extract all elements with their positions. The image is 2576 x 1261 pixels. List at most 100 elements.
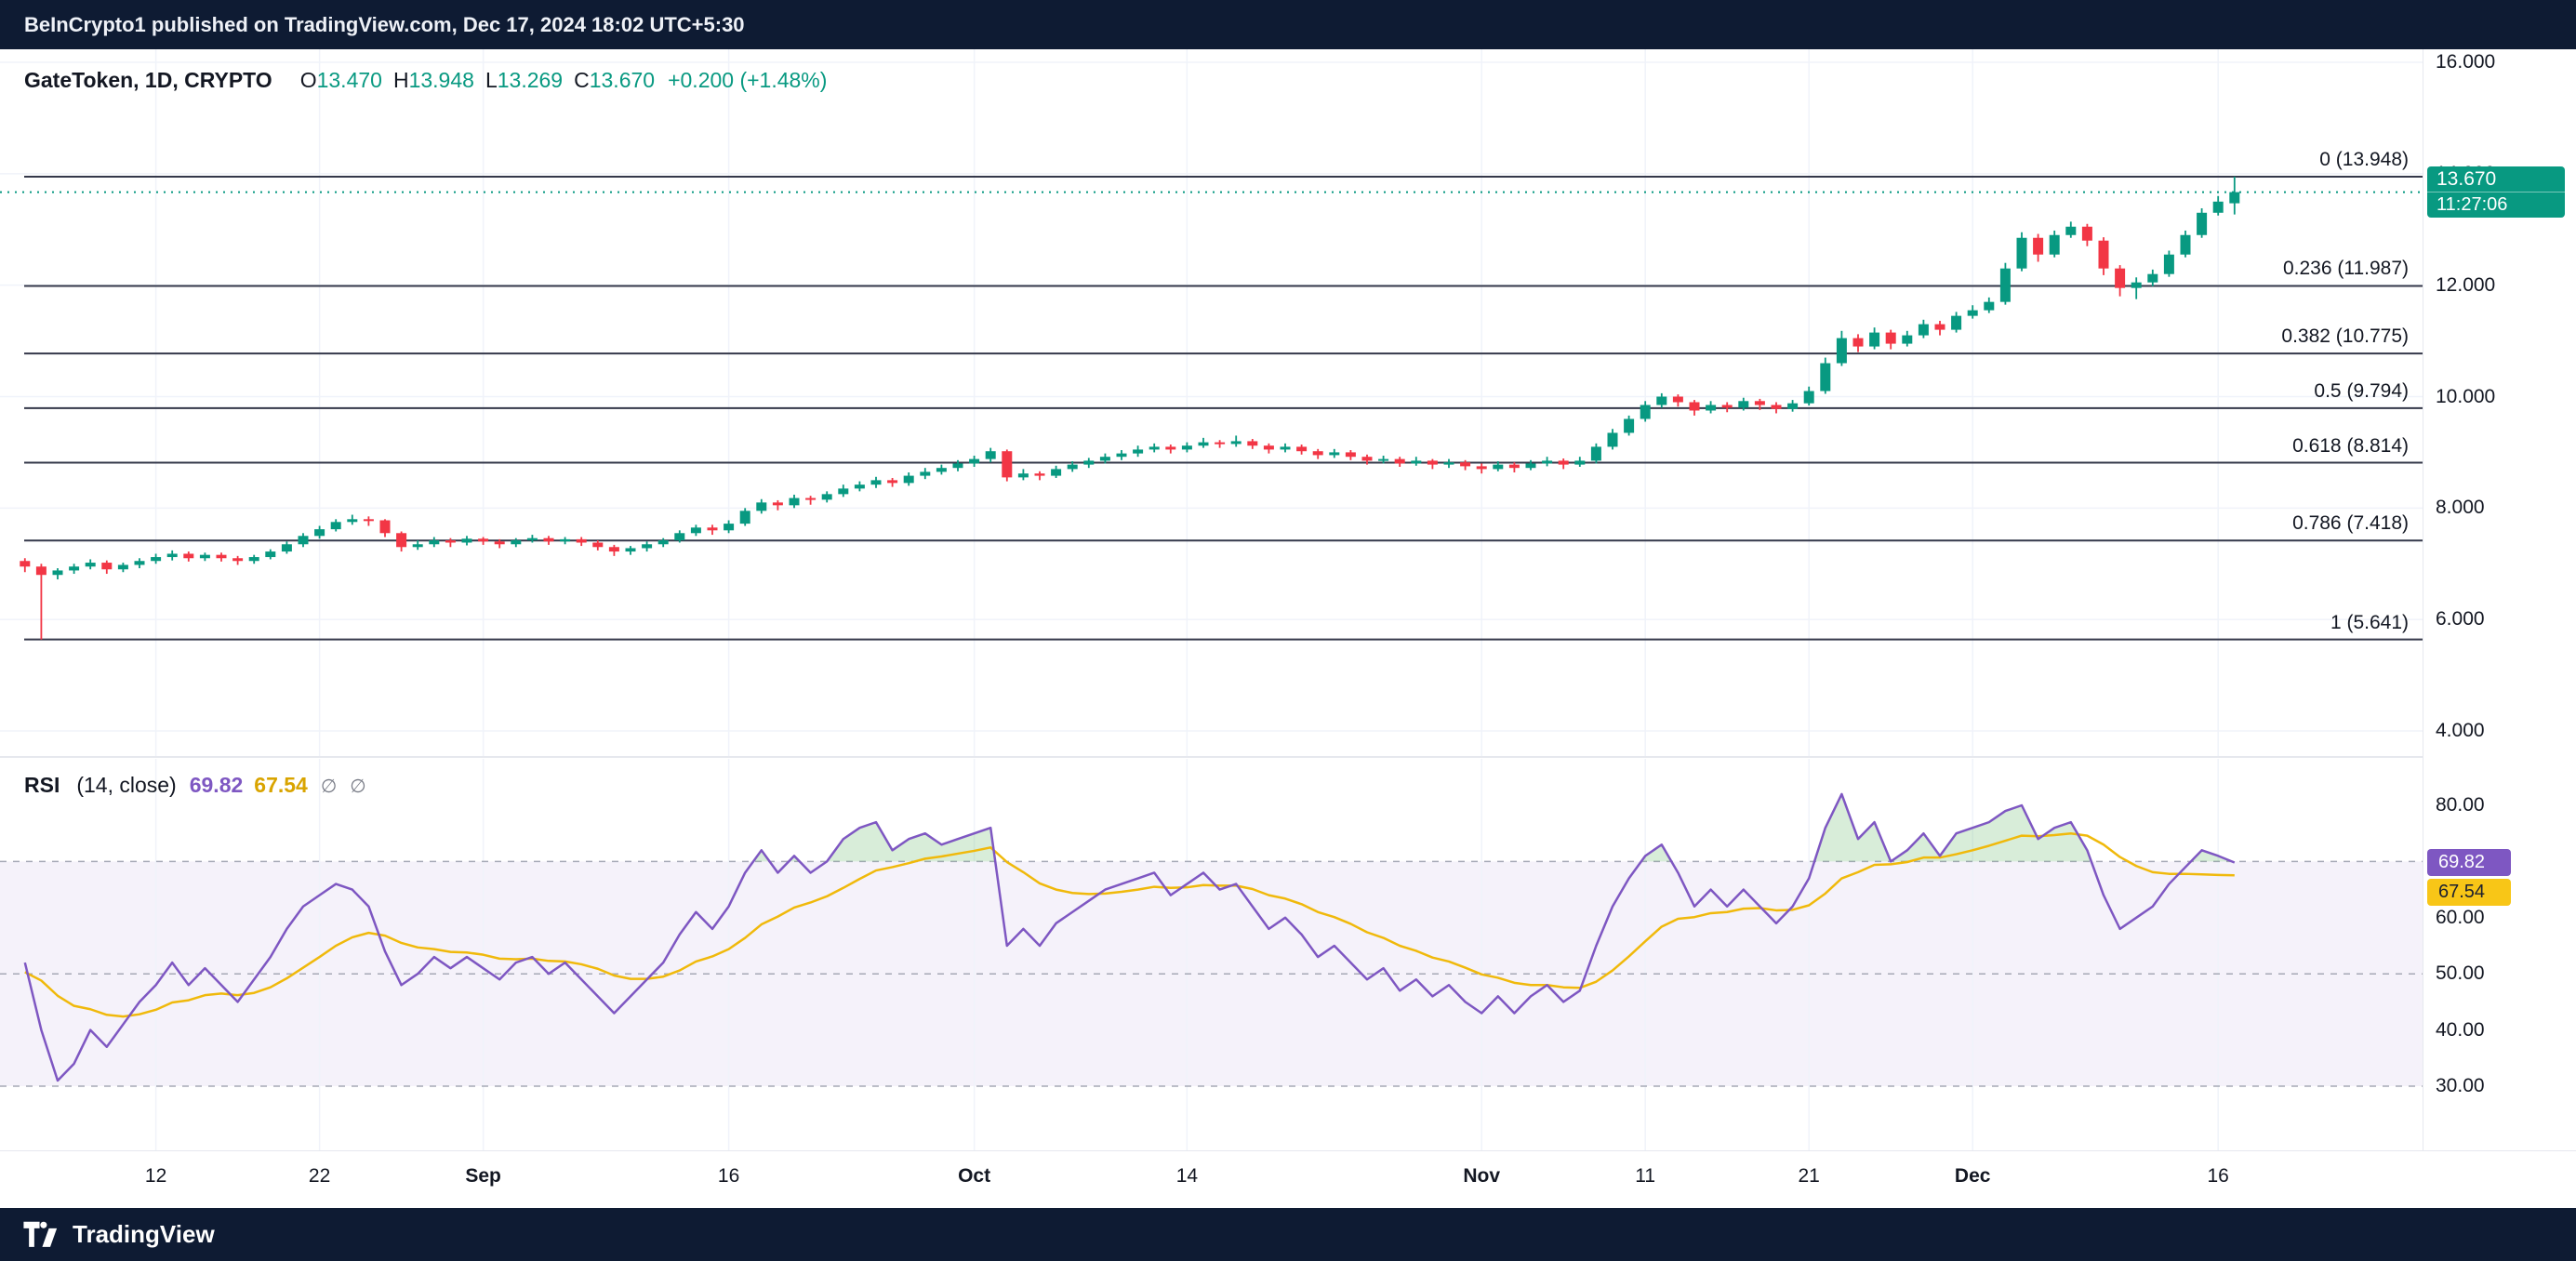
- price-axis[interactable]: 16.00014.00012.00010.0008.0006.0004.0008…: [2423, 49, 2576, 1208]
- candle-body: [674, 533, 684, 540]
- footer-bar: TradingView: [0, 1208, 2576, 1261]
- candle-body: [642, 544, 652, 548]
- rsi-params: (14, close): [76, 773, 176, 797]
- publish-banner: BeInCrypto1 published on TradingView.com…: [0, 0, 2576, 49]
- rsi-pane-chart[interactable]: [0, 759, 2423, 1150]
- candle-body: [1722, 405, 1733, 407]
- candle-body: [658, 540, 669, 544]
- candle-body: [511, 540, 521, 544]
- candle-body: [560, 539, 570, 541]
- tradingview-logo[interactable]: [22, 1220, 60, 1250]
- candle-body: [1902, 336, 1912, 344]
- candle-body: [53, 570, 63, 575]
- candle-body: [1182, 445, 1192, 449]
- candle-body: [2181, 235, 2191, 255]
- time-axis-label[interactable]: 11: [1589, 1165, 1701, 1188]
- hide-source-icon[interactable]: ∅: [350, 777, 365, 797]
- change-value: +0.200 (+1.48%): [668, 68, 827, 92]
- chart-region[interactable]: GateToken, 1D, CRYPTOO13.470H13.948L13.2…: [0, 49, 2576, 1208]
- candle-body: [1165, 446, 1175, 449]
- time-axis-label[interactable]: Nov: [1426, 1165, 1537, 1188]
- time-axis-label[interactable]: 16: [673, 1165, 785, 1188]
- time-axis-label[interactable]: 12: [100, 1165, 212, 1188]
- candle-body: [1329, 452, 1339, 455]
- candle-body: [708, 527, 718, 530]
- candle-body: [1787, 404, 1798, 409]
- candle-body: [1542, 460, 1552, 463]
- candle-body: [1313, 451, 1323, 455]
- pane-separator[interactable]: [0, 756, 2576, 758]
- candle-body: [577, 539, 587, 543]
- candle-body: [1117, 454, 1127, 458]
- candle-body: [1133, 449, 1143, 453]
- candle-body: [1247, 441, 1257, 445]
- candle-body: [1984, 302, 1994, 311]
- candle-body: [1886, 333, 1896, 344]
- candle-body: [527, 538, 538, 540]
- open-value: 13.470: [317, 68, 382, 92]
- time-axis-label[interactable]: Sep: [428, 1165, 539, 1188]
- rsi-axis-label: 80.00: [2436, 791, 2485, 819]
- candle-body: [445, 540, 456, 542]
- candle-body: [838, 488, 848, 494]
- candle-body: [1837, 338, 1847, 364]
- candle-body: [396, 533, 406, 547]
- candle-body: [1509, 465, 1520, 469]
- publish-banner-text: BeInCrypto1 published on TradingView.com…: [24, 13, 745, 36]
- candle-body: [331, 522, 341, 529]
- symbol-title[interactable]: GateToken, 1D, CRYPTO: [24, 68, 272, 92]
- candle-body: [1362, 457, 1373, 460]
- candle-body: [299, 536, 309, 544]
- candle-body: [1755, 401, 1765, 405]
- candle-body: [1919, 325, 1929, 336]
- candle-body: [1477, 466, 1487, 469]
- candle-body: [1427, 460, 1438, 464]
- rsi-title[interactable]: RSI: [24, 773, 60, 797]
- candle-body: [282, 544, 292, 551]
- rsi-axis-label: 30.00: [2436, 1072, 2485, 1100]
- candle-body: [20, 561, 30, 566]
- candle-body: [2050, 235, 2060, 255]
- candle-body: [1656, 397, 1666, 405]
- time-axis-label[interactable]: 16: [2162, 1165, 2274, 1188]
- candle-body: [986, 451, 996, 458]
- time-axis-label[interactable]: 22: [264, 1165, 376, 1188]
- rsi-value: 69.82: [190, 773, 244, 797]
- time-axis-label[interactable]: 14: [1131, 1165, 1242, 1188]
- time-axis[interactable]: 12 22 Sep 16 Oct 14 Nov 11 21 Dec 16: [0, 1150, 2576, 1208]
- candle-body: [1199, 443, 1209, 446]
- price-axis-label: 8.000: [2436, 494, 2485, 522]
- candle-body: [249, 557, 259, 561]
- candle-body: [887, 480, 897, 483]
- candle-body: [1149, 446, 1160, 449]
- candle-body: [1231, 441, 1242, 444]
- candle-body: [1559, 460, 1569, 464]
- fib-level-label: 0 (13.948): [2037, 147, 2409, 173]
- fib-level-label: 1 (5.641): [2037, 610, 2409, 636]
- hide-source-icon[interactable]: ∅: [321, 777, 337, 797]
- candle-body: [1083, 460, 1094, 464]
- candle-body: [1051, 469, 1061, 475]
- tradingview-published-chart: BeInCrypto1 published on TradingView.com…: [0, 0, 2576, 1261]
- tradingview-brand-text[interactable]: TradingView: [73, 1220, 215, 1249]
- candle-body: [609, 547, 619, 551]
- candle-body: [724, 524, 734, 530]
- candle-body: [920, 471, 930, 475]
- candle-body: [413, 544, 423, 547]
- candle-body: [2000, 269, 2011, 302]
- candle-body: [1296, 446, 1307, 451]
- time-axis-label[interactable]: Oct: [919, 1165, 1030, 1188]
- candle-body: [1706, 405, 1716, 410]
- candle-body: [691, 527, 701, 533]
- time-axis-label[interactable]: Dec: [1917, 1165, 2028, 1188]
- candle-body: [1804, 392, 1814, 404]
- candle-body: [1935, 325, 1945, 330]
- candle-body: [2229, 192, 2239, 204]
- candle-body: [790, 498, 800, 506]
- candle-body: [2033, 238, 2043, 255]
- time-axis-label[interactable]: 21: [1753, 1165, 1865, 1188]
- candle-body: [462, 538, 472, 542]
- candle-body: [592, 542, 603, 547]
- fib-level-label: 0.618 (8.814): [2037, 433, 2409, 459]
- price-axis-label: 16.000: [2436, 48, 2495, 76]
